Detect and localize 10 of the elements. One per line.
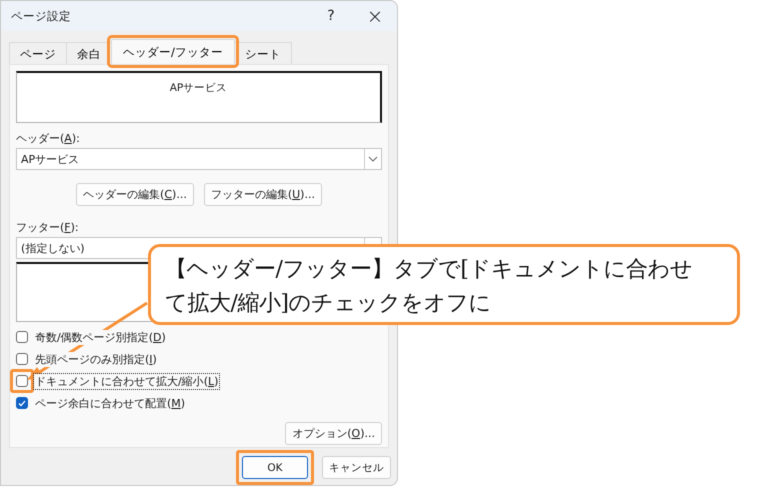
header-label: ヘッダー(A): [16,131,81,147]
callout-text: て拡大/縮小]のチェックをオフに [165,290,492,318]
checkbox-label: ページ余白に合わせて配置(M) [34,396,186,410]
header-preview-text: APサービス [170,81,228,96]
callout-text: 【ヘッダー/フッター】タブで[ドキュメントに合わせ [165,256,694,284]
checkbox-label: ドキュメントに合わせて拡大/縮小(L) [34,374,220,388]
footer-label: フッター(F): [16,220,80,236]
checkbox-label: 奇数/偶数ページ別指定(D) [34,330,167,344]
window-title: ページ設定 [11,8,72,24]
checkbox-label: 先頭ページのみ別指定(I) [34,352,158,366]
